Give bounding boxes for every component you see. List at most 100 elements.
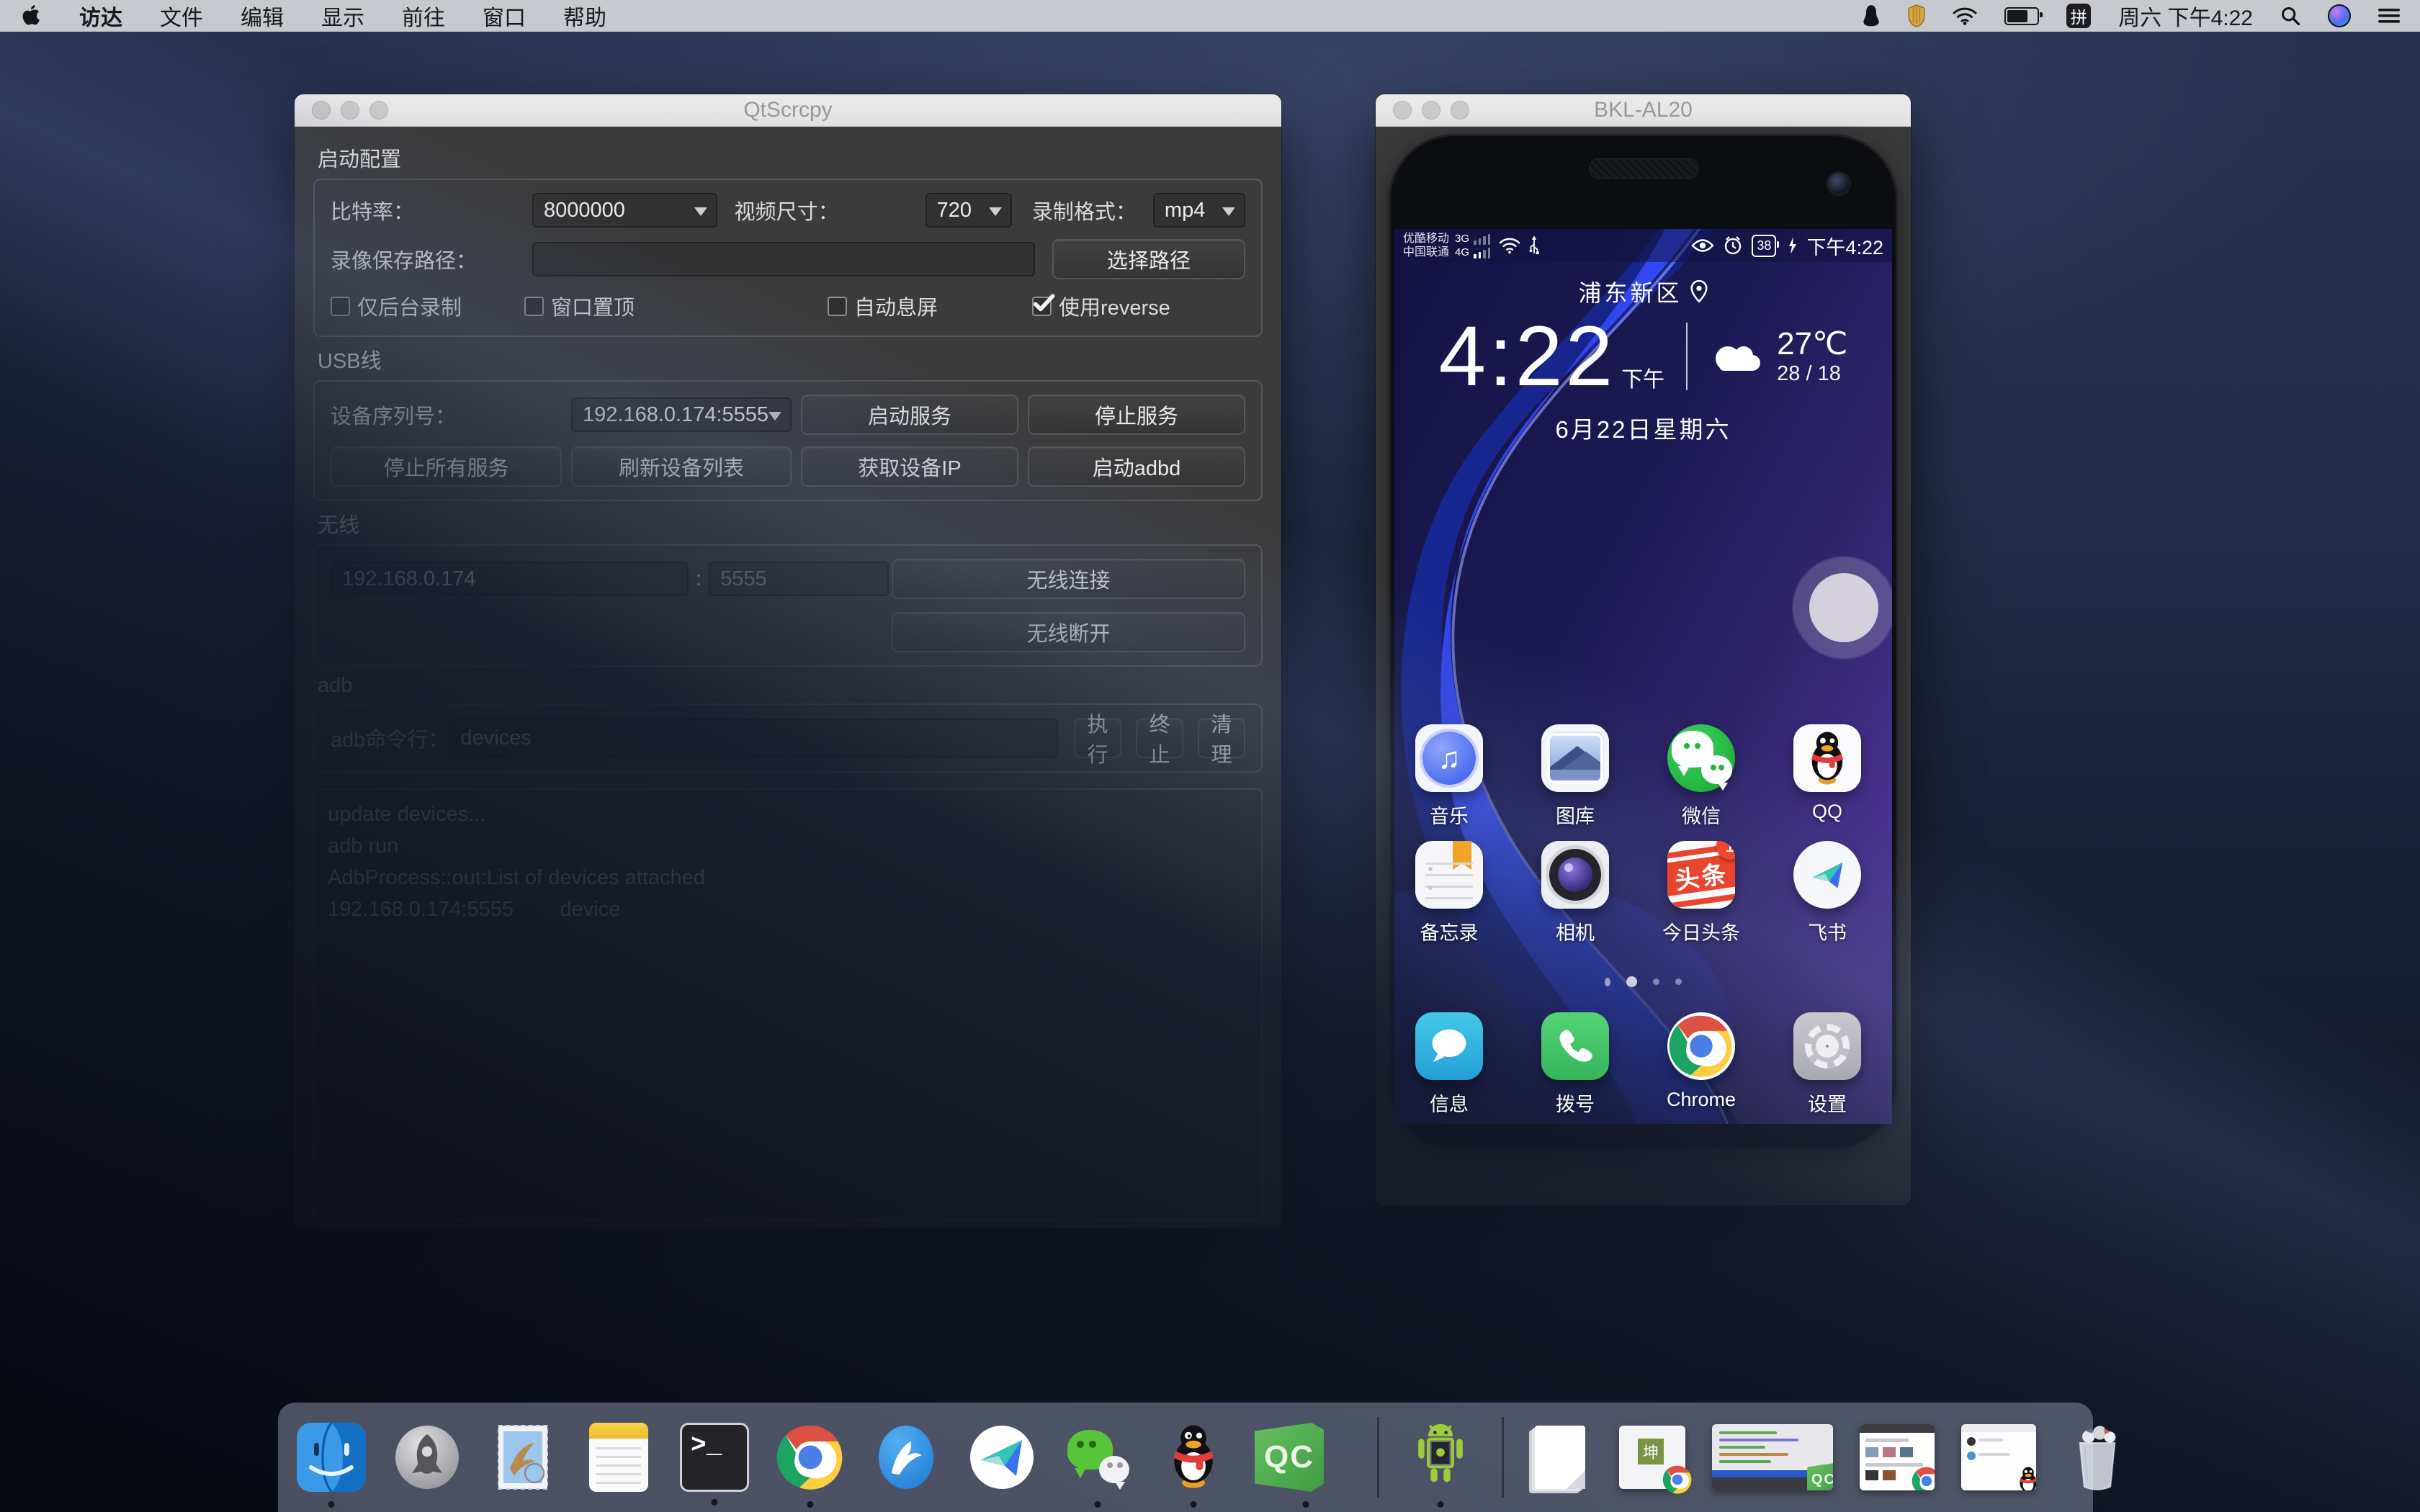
checkbox-label: 窗口置顶 bbox=[551, 291, 635, 321]
app-chrome[interactable]: Chrome bbox=[1646, 1012, 1756, 1117]
checkbox-label: 自动息屏 bbox=[854, 291, 938, 321]
menu-item-go[interactable]: 前往 bbox=[402, 0, 445, 32]
choose-path-button[interactable]: 选择路径 bbox=[1052, 239, 1245, 279]
adb-kill-button[interactable]: 终止 bbox=[1136, 718, 1183, 758]
floating-nav-ball[interactable] bbox=[1809, 573, 1878, 642]
minimized-qq-chat-window[interactable] bbox=[1961, 1424, 2036, 1490]
wireless-ip-input[interactable] bbox=[331, 562, 689, 596]
checkbox-use-reverse[interactable]: 使用reverse bbox=[1032, 291, 1170, 321]
menu-item-window[interactable]: 窗口 bbox=[483, 0, 526, 32]
checkbox-always-on-top[interactable]: 窗口置顶 bbox=[524, 291, 635, 321]
app-qq[interactable]: QQ bbox=[1773, 724, 1882, 829]
dock-finder-icon[interactable] bbox=[297, 1423, 366, 1492]
qc-icon-text: QC bbox=[1264, 1439, 1314, 1475]
wifi-icon[interactable] bbox=[1953, 6, 1977, 25]
dock-mail-icon[interactable] bbox=[488, 1423, 557, 1492]
dock-documents-stack[interactable] bbox=[1531, 1423, 1592, 1492]
app-toutiao[interactable]: 1 头条 今日头条 bbox=[1646, 841, 1756, 945]
dock-qq-icon[interactable] bbox=[1159, 1423, 1228, 1492]
adb-cmd-input[interactable] bbox=[449, 719, 1058, 757]
minimize-button[interactable] bbox=[341, 101, 359, 120]
zoom-button[interactable] bbox=[369, 101, 388, 120]
dock-qc-app-icon[interactable]: QC bbox=[1255, 1423, 1324, 1492]
spotlight-search-icon[interactable] bbox=[2280, 6, 2300, 26]
weather-widget[interactable]: 27℃ 28 / 18 bbox=[1709, 327, 1847, 385]
app-label: 相机 bbox=[1556, 917, 1595, 945]
app-wechat[interactable]: 微信 bbox=[1646, 724, 1756, 829]
get-device-ip-button[interactable]: 获取设备IP bbox=[801, 446, 1018, 487]
notification-center-icon[interactable] bbox=[2378, 7, 2400, 24]
phone-screen[interactable]: 优酷移动 中国联通 3G 4G bbox=[1394, 229, 1892, 1124]
location-pin-icon bbox=[1690, 280, 1708, 303]
wireless-connect-button[interactable]: 无线连接 bbox=[892, 559, 1245, 599]
menu-item-help[interactable]: 帮助 bbox=[563, 0, 606, 32]
serial-combobox[interactable]: 192.168.0.174:5555 bbox=[571, 397, 792, 432]
app-music[interactable]: ♫ 音乐 bbox=[1394, 724, 1504, 829]
adb-run-button[interactable]: 执行 bbox=[1074, 718, 1121, 758]
menu-item-file[interactable]: 文件 bbox=[160, 0, 203, 32]
minimized-chrome-window[interactable]: 坤 bbox=[1619, 1426, 1685, 1489]
battery-icon[interactable] bbox=[2004, 7, 2039, 25]
clock-widget[interactable]: 浦东新区 4:22 下午 27℃ 28 / 18 bbox=[1394, 275, 1892, 445]
minimized-chrome-webpage-window[interactable] bbox=[1860, 1424, 1935, 1490]
bitrate-combobox[interactable]: 8000000 bbox=[532, 193, 717, 228]
menu-item-view[interactable]: 显示 bbox=[321, 0, 364, 32]
video-size-combobox[interactable]: 720 bbox=[926, 193, 1012, 228]
start-adbd-button[interactable]: 启动adbd bbox=[1028, 446, 1245, 487]
menu-item-finder[interactable]: 访达 bbox=[79, 0, 122, 32]
dock-notes-icon[interactable] bbox=[589, 1423, 648, 1492]
stop-service-button[interactable]: 停止服务 bbox=[1028, 395, 1245, 435]
close-button[interactable] bbox=[312, 101, 331, 120]
app-notes[interactable]: 备忘录 bbox=[1394, 841, 1504, 945]
app-label: 设置 bbox=[1808, 1089, 1847, 1117]
start-service-button[interactable]: 启动服务 bbox=[801, 395, 1018, 435]
phone-status-bar: 优酷移动 中国联通 3G 4G bbox=[1394, 229, 1892, 262]
close-button[interactable] bbox=[1393, 101, 1412, 120]
dock-qtscrcpy-android-icon[interactable] bbox=[1406, 1423, 1475, 1492]
app-feishu[interactable]: 飞书 bbox=[1773, 841, 1882, 945]
status-right-cluster: 38 下午4:22 bbox=[1691, 232, 1883, 260]
page-dot bbox=[1675, 978, 1682, 985]
refresh-device-list-button[interactable]: 刷新设备列表 bbox=[571, 446, 792, 487]
zoom-button[interactable] bbox=[1451, 101, 1469, 120]
checkbox-background-record[interactable]: 仅后台录制 bbox=[331, 291, 462, 321]
qtscrcpy-titlebar[interactable]: QtScrcpy bbox=[295, 94, 1281, 127]
record-path-input[interactable] bbox=[532, 242, 1035, 276]
dock-terminal-icon[interactable]: >_ bbox=[680, 1423, 749, 1492]
app-dialer[interactable]: 拨号 bbox=[1520, 1012, 1630, 1117]
location-name: 浦东新区 bbox=[1578, 275, 1682, 308]
dock-chrome-icon[interactable] bbox=[776, 1423, 845, 1492]
shield-statusbar-icon[interactable] bbox=[1908, 4, 1925, 27]
adb-clear-button[interactable]: 清理 bbox=[1198, 718, 1245, 758]
record-format-combobox[interactable]: mp4 bbox=[1153, 193, 1245, 228]
wireless-port-input[interactable] bbox=[709, 562, 889, 596]
menu-item-edit[interactable]: 编辑 bbox=[241, 0, 284, 32]
net-type-1: 3G bbox=[1455, 233, 1469, 245]
stop-all-services-button[interactable]: 停止所有服务 bbox=[331, 446, 562, 487]
dock-sealapp-icon[interactable] bbox=[871, 1423, 941, 1492]
phone-window-titlebar[interactable]: BKL-AL20 bbox=[1376, 94, 1911, 127]
wireless-disconnect-button[interactable]: 无线断开 bbox=[892, 612, 1245, 652]
checkbox-auto-screen-off[interactable]: 自动息屏 bbox=[828, 291, 938, 321]
running-indicator bbox=[1095, 1501, 1101, 1508]
siri-icon[interactable] bbox=[2328, 4, 2351, 27]
app-camera[interactable]: 相机 bbox=[1520, 841, 1630, 945]
dock-launchpad-icon[interactable] bbox=[393, 1423, 462, 1492]
penguin-statusbar-icon[interactable] bbox=[1862, 4, 1881, 27]
dock-feishu-icon[interactable] bbox=[967, 1423, 1036, 1492]
minimized-qc-code-window[interactable]: QC bbox=[1712, 1424, 1833, 1490]
app-messages[interactable]: 信息 bbox=[1394, 1012, 1504, 1117]
checkbox-box bbox=[331, 297, 350, 316]
dock-wechat-icon[interactable] bbox=[1063, 1423, 1132, 1492]
app-settings[interactable]: 设置 bbox=[1773, 1012, 1882, 1117]
minimize-button[interactable] bbox=[1422, 101, 1440, 120]
dock-trash-icon[interactable] bbox=[2063, 1423, 2132, 1492]
apple-menu-icon[interactable] bbox=[20, 4, 42, 28]
record-path-label: 录像保存路径： bbox=[331, 244, 532, 274]
running-indicator bbox=[712, 1499, 718, 1506]
menubar-clock[interactable]: 周六 下午4:22 bbox=[2118, 0, 2253, 32]
app-gallery[interactable]: 图库 bbox=[1520, 724, 1630, 829]
input-method-icon[interactable]: 拼 bbox=[2066, 4, 2091, 28]
kun-avatar: 坤 bbox=[1638, 1439, 1664, 1464]
carrier2-name: 中国联通 bbox=[1403, 246, 1449, 259]
